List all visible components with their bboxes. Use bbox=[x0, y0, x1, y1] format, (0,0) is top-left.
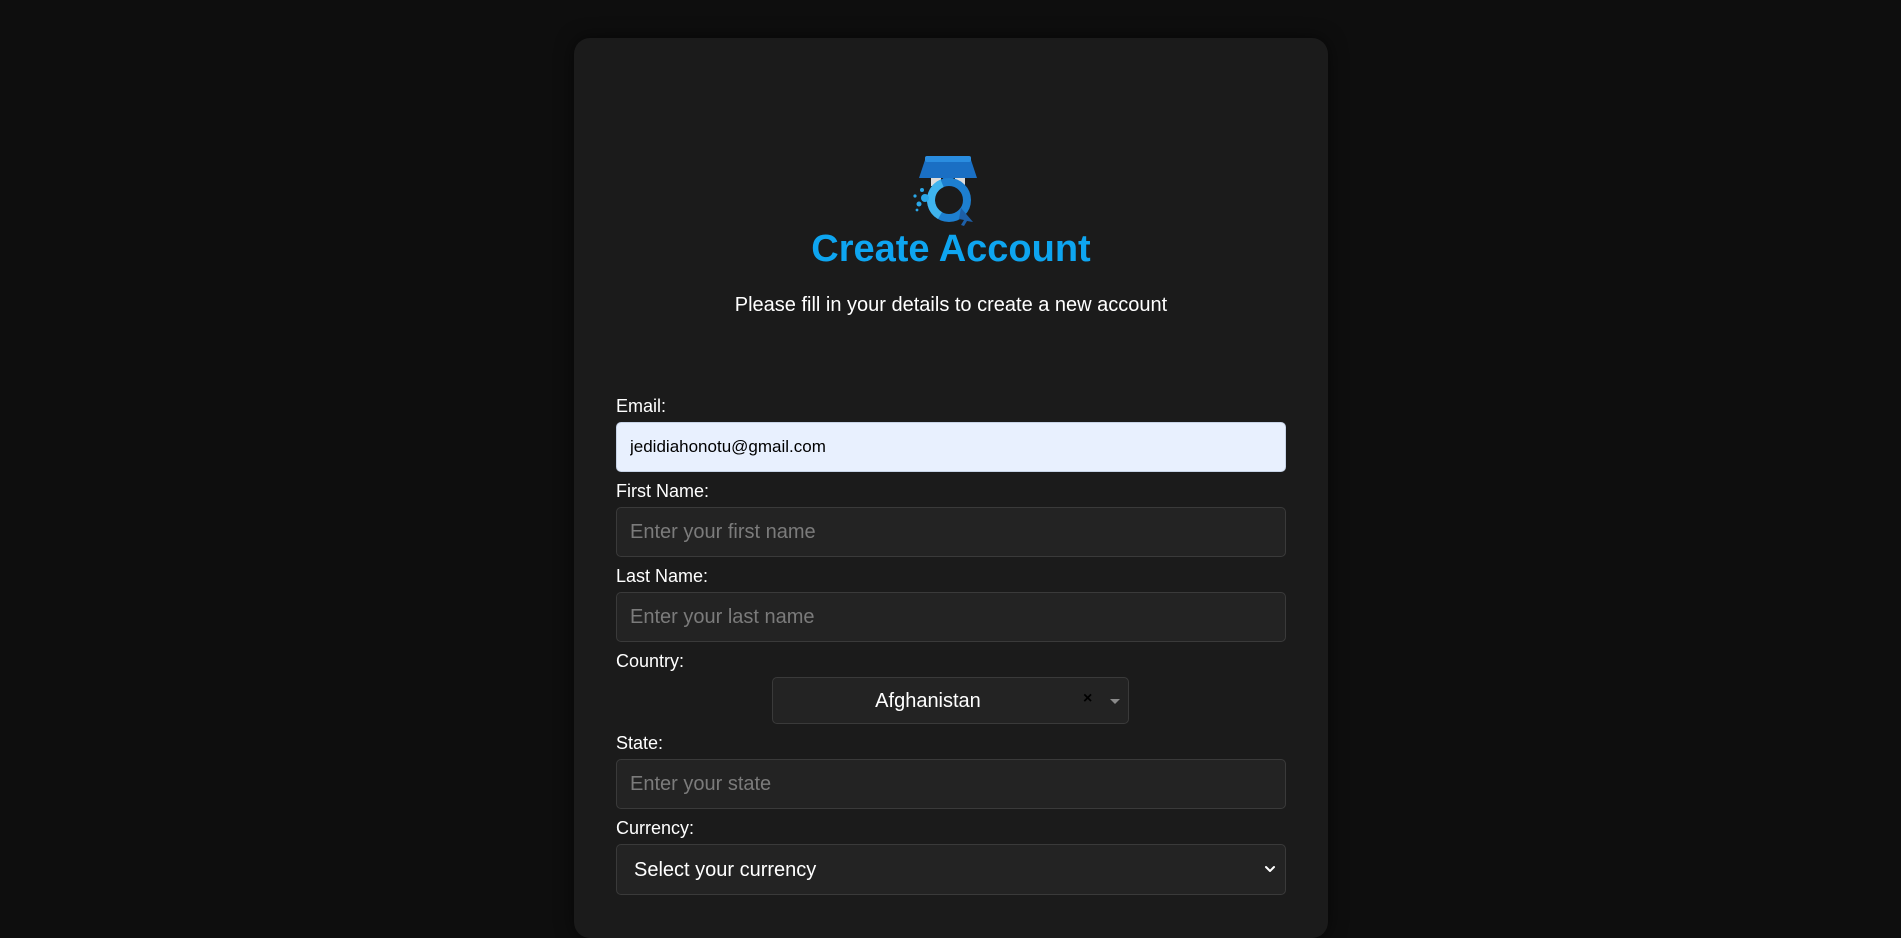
state-field[interactable] bbox=[616, 759, 1286, 809]
clear-icon[interactable]: × bbox=[1083, 690, 1092, 708]
currency-select[interactable]: Select your currency bbox=[616, 844, 1286, 895]
page-subtitle: Please fill in your details to create a … bbox=[734, 294, 1168, 316]
currency-label: Currency: bbox=[616, 818, 695, 838]
state-label: State: bbox=[616, 733, 664, 753]
country-select[interactable]: Afghanistan × bbox=[772, 677, 1129, 724]
page-title: Create Account bbox=[811, 228, 1091, 270]
country-selected-value: Afghanistan bbox=[875, 690, 981, 712]
first-name-field[interactable] bbox=[616, 507, 1286, 557]
currency-selected-value: Select your currency bbox=[634, 859, 817, 881]
last-name-label: Last Name: bbox=[616, 566, 709, 586]
chevron-down-icon bbox=[1265, 866, 1275, 872]
email-field[interactable] bbox=[616, 422, 1286, 472]
email-label: Email: bbox=[616, 396, 667, 416]
first-name-label: First Name: bbox=[616, 481, 710, 501]
last-name-field[interactable] bbox=[616, 592, 1286, 642]
caret-down-icon[interactable] bbox=[1110, 699, 1120, 704]
storefront-logo-icon bbox=[913, 156, 977, 226]
country-label: Country: bbox=[616, 651, 685, 671]
